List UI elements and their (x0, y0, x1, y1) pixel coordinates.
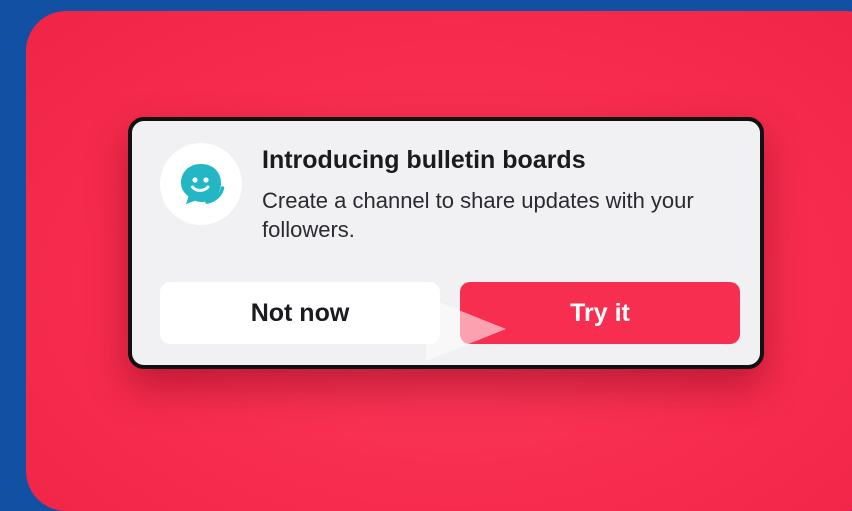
chat-bubbles-icon (160, 143, 242, 225)
not-now-button[interactable]: Not now (160, 282, 440, 344)
try-it-button[interactable]: Try it (460, 282, 740, 344)
dialog-description: Create a channel to share updates with y… (262, 188, 694, 242)
feature-announcement-dialog: Introducing bulletin boards Create a cha… (128, 117, 764, 369)
dialog-title: Introducing bulletin boards (262, 146, 586, 174)
